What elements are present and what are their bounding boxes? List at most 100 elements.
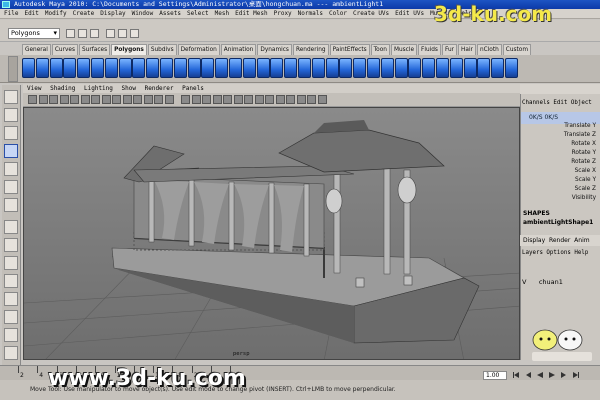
panel-toolbar-icon[interactable] bbox=[202, 95, 211, 104]
layer-visibility-toggle[interactable]: V bbox=[522, 278, 526, 286]
open-scene-icon[interactable] bbox=[78, 29, 87, 38]
shelf-tab-rendering[interactable]: Rendering bbox=[292, 44, 329, 55]
scale-tool-icon[interactable] bbox=[4, 180, 18, 194]
shelf-tool-icon[interactable] bbox=[284, 58, 298, 78]
menu-proxy[interactable]: Proxy bbox=[274, 10, 292, 17]
panel-toolbar-icon[interactable] bbox=[112, 95, 121, 104]
shelf-tool-icon[interactable] bbox=[394, 58, 408, 78]
channel-box-menu[interactable]: Channels Edit Object bbox=[522, 100, 592, 106]
panel-toolbar-icon[interactable] bbox=[307, 95, 316, 104]
go-to-start-icon[interactable] bbox=[512, 371, 520, 379]
attr-translate-y[interactable]: Translate Y bbox=[520, 123, 596, 129]
menu-edit-mesh[interactable]: Edit Mesh bbox=[235, 10, 268, 17]
shelf-tab-general[interactable]: General bbox=[22, 44, 51, 55]
outliner-layout-icon[interactable] bbox=[4, 310, 18, 324]
rotate-tool-icon[interactable] bbox=[4, 162, 18, 176]
shelf-tool-icon[interactable] bbox=[63, 58, 77, 78]
shelf-tool-icon[interactable] bbox=[436, 58, 449, 78]
panel-toolbar-icon[interactable] bbox=[286, 95, 295, 104]
panel-toolbar-icon[interactable] bbox=[80, 95, 90, 104]
panel-menu-lighting[interactable]: Lighting bbox=[84, 85, 113, 92]
panel-toolbar-icon[interactable] bbox=[181, 95, 190, 104]
shelf-tool-icon[interactable] bbox=[118, 58, 132, 78]
shelf-tool-icon[interactable] bbox=[256, 58, 270, 78]
shelf-tab-deformation[interactable]: Deformation bbox=[177, 44, 220, 55]
menu-edit[interactable]: Edit bbox=[24, 10, 38, 17]
shelf-tool-icon[interactable] bbox=[367, 58, 380, 78]
shelf-tool-icon[interactable] bbox=[325, 58, 339, 78]
persp-outliner-layout-icon[interactable] bbox=[4, 256, 18, 270]
shelf-tool-icon[interactable] bbox=[242, 58, 256, 78]
step-forward-icon[interactable] bbox=[560, 371, 568, 379]
panel-toolbar-icon[interactable] bbox=[244, 95, 253, 104]
shelf-tab-custom[interactable]: Custom bbox=[502, 44, 531, 55]
panel-menu-panels[interactable]: Panels bbox=[182, 85, 204, 92]
layer-tab-render[interactable]: Render bbox=[549, 237, 570, 244]
panel-toolbar-icon[interactable] bbox=[296, 95, 306, 104]
shelf-tool-icon[interactable] bbox=[49, 58, 63, 78]
menu-display[interactable]: Display bbox=[100, 10, 125, 17]
menu-set-dropdown[interactable]: Polygons bbox=[8, 28, 60, 39]
shelf-tab-fur[interactable]: Fur bbox=[441, 44, 458, 55]
shelf-tool-icon[interactable] bbox=[463, 58, 477, 78]
attr-translate-z[interactable]: Translate Z bbox=[520, 132, 596, 138]
shelf-tool-icon[interactable] bbox=[173, 58, 187, 78]
attr-visibility[interactable]: Visibility bbox=[520, 195, 596, 201]
lasso-tool-icon[interactable] bbox=[4, 108, 18, 122]
four-view-layout-icon[interactable] bbox=[4, 238, 18, 252]
shelf-tool-icon[interactable] bbox=[229, 58, 242, 78]
shelf-tab-toon[interactable]: Toon bbox=[370, 44, 390, 55]
panel-toolbar-icon[interactable] bbox=[28, 95, 37, 104]
menu-normals[interactable]: Normals bbox=[298, 10, 323, 17]
panel-toolbar-icon[interactable] bbox=[49, 95, 58, 104]
panel-toolbar-icon[interactable] bbox=[223, 95, 232, 104]
shelf-tool-icon[interactable] bbox=[422, 58, 436, 78]
shelf-tool-icon[interactable] bbox=[380, 58, 394, 78]
shelf-tab-dynamics[interactable]: Dynamics bbox=[257, 44, 292, 55]
shelf-tool-icon[interactable] bbox=[215, 58, 229, 78]
panel-toolbar-icon[interactable] bbox=[101, 95, 111, 104]
menu-create-uvs[interactable]: Create UVs bbox=[353, 10, 389, 17]
new-scene-icon[interactable] bbox=[66, 29, 75, 38]
manipulator-tool-icon[interactable] bbox=[4, 198, 18, 212]
attr-scale-x[interactable]: Scale X bbox=[520, 168, 596, 174]
panel-toolbar-icon[interactable] bbox=[254, 95, 264, 104]
select-component-icon[interactable] bbox=[130, 29, 139, 38]
play-backward-icon[interactable] bbox=[536, 371, 544, 379]
layer-menu[interactable]: Layers Options Help bbox=[522, 250, 588, 256]
shelf-tab-polygons[interactable]: Polygons bbox=[111, 44, 147, 55]
shelf-tab-painteffects[interactable]: PaintEffects bbox=[329, 44, 370, 55]
panel-menu-show[interactable]: Show bbox=[122, 85, 136, 92]
menu-mesh[interactable]: Mesh bbox=[215, 10, 229, 17]
menu-assets[interactable]: Assets bbox=[159, 10, 181, 17]
shelf-tool-icon[interactable] bbox=[104, 58, 118, 78]
shelf-tool-icon[interactable] bbox=[353, 58, 367, 78]
panel-toolbar-icon[interactable] bbox=[133, 95, 142, 104]
shelf-tab-surfaces[interactable]: Surfaces bbox=[78, 44, 111, 55]
shelf-tool-icon[interactable] bbox=[146, 58, 160, 78]
perspective-viewport[interactable] bbox=[23, 107, 520, 360]
attr-rotate-x[interactable]: Rotate X bbox=[520, 141, 596, 147]
shelf-tool-icon[interactable] bbox=[77, 58, 91, 78]
shelf-tool-icon[interactable] bbox=[505, 58, 518, 78]
shelf-tool-icon[interactable] bbox=[187, 58, 201, 78]
go-to-end-icon[interactable] bbox=[572, 371, 580, 379]
hypershade-layout-icon[interactable] bbox=[4, 292, 18, 306]
panel-toolbar-icon[interactable] bbox=[122, 95, 132, 104]
shelf-tab-subdivs[interactable]: Subdivs bbox=[147, 44, 177, 55]
shape-node-name[interactable]: ambientLightShape1 bbox=[523, 219, 593, 226]
panel-toolbar-icon[interactable] bbox=[233, 95, 243, 104]
current-time-field[interactable]: 1.00 bbox=[483, 371, 507, 380]
shelf-tool-icon[interactable] bbox=[449, 58, 463, 78]
panel-toolbar-icon[interactable] bbox=[70, 95, 79, 104]
menu-modify[interactable]: Modify bbox=[45, 10, 67, 17]
layer-tab-display[interactable]: Display bbox=[523, 237, 545, 244]
menu-create[interactable]: Create bbox=[73, 10, 95, 17]
menu-edit-uvs[interactable]: Edit UVs bbox=[395, 10, 424, 17]
panel-menu-renderer[interactable]: Renderer bbox=[145, 85, 174, 92]
shelf-tool-icon[interactable] bbox=[298, 58, 311, 78]
panel-toolbar-icon[interactable] bbox=[164, 95, 174, 104]
shelf-tab-fluids[interactable]: Fluids bbox=[418, 44, 441, 55]
shelf-tool-icon[interactable] bbox=[339, 58, 353, 78]
menu-color[interactable]: Color bbox=[329, 10, 347, 17]
